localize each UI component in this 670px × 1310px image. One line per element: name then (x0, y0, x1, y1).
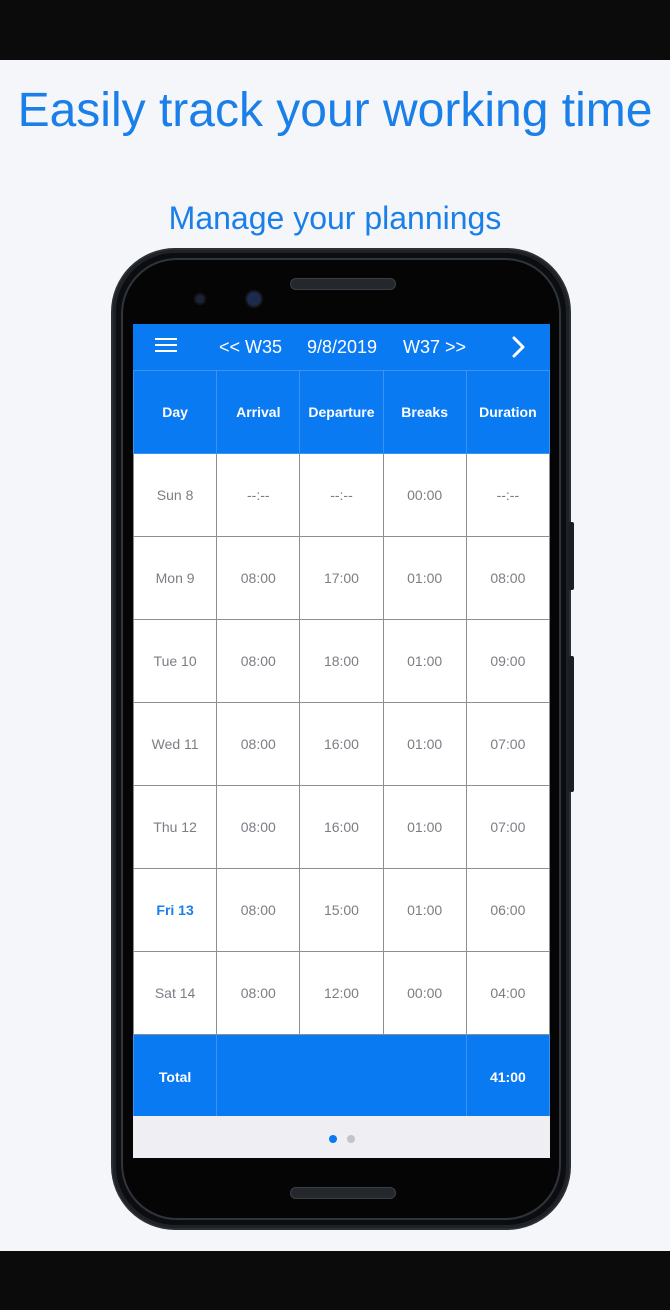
column-header-day: Day (133, 370, 218, 454)
departure-cell[interactable]: 16:00 (299, 785, 384, 869)
front-camera-icon (247, 292, 261, 306)
promo-banner: Easily track your working time Manage yo… (0, 60, 670, 1251)
total-spacer (216, 1034, 467, 1119)
bottom-navigation-strip (0, 1251, 670, 1310)
hamburger-menu-icon[interactable] (155, 338, 179, 356)
table-header-row: Day Arrival Departure Breaks Duration (133, 370, 550, 454)
column-header-breaks: Breaks (382, 370, 467, 454)
departure-cell[interactable]: 12:00 (299, 951, 384, 1035)
table-row[interactable]: Thu 12 08:00 16:00 01:00 07:00 (133, 785, 550, 869)
column-header-arrival: Arrival (216, 370, 301, 454)
day-cell: Thu 12 (133, 785, 218, 869)
earpiece-speaker (290, 278, 396, 290)
day-cell: Sat 14 (133, 951, 218, 1035)
phone-frame: << W35 9/8/2019 W37 >> Day Arrival Depar… (113, 250, 574, 1228)
departure-cell[interactable]: 16:00 (299, 702, 384, 786)
arrival-cell[interactable]: 08:00 (216, 951, 301, 1035)
timesheet-table: Day Arrival Departure Breaks Duration Su… (133, 370, 550, 1119)
page-indicator (133, 1116, 550, 1158)
breaks-cell[interactable]: 01:00 (382, 702, 467, 786)
breaks-cell[interactable]: 00:00 (382, 951, 467, 1035)
duration-cell: 09:00 (465, 619, 550, 703)
day-cell-today: Fri 13 (133, 868, 218, 952)
day-cell: Mon 9 (133, 536, 218, 620)
arrival-cell[interactable]: 08:00 (216, 785, 301, 869)
breaks-cell[interactable]: 01:00 (382, 785, 467, 869)
day-cell: Sun 8 (133, 453, 218, 537)
duration-cell: 07:00 (465, 785, 550, 869)
app-screen: << W35 9/8/2019 W37 >> Day Arrival Depar… (133, 324, 550, 1158)
power-button (568, 656, 574, 792)
duration-cell: --:-- (465, 453, 550, 537)
top-status-strip (0, 0, 670, 60)
departure-cell[interactable]: 15:00 (299, 868, 384, 952)
chevron-right-icon[interactable] (509, 335, 529, 359)
day-cell: Wed 11 (133, 702, 218, 786)
app-toolbar: << W35 9/8/2019 W37 >> (133, 324, 550, 370)
day-cell: Tue 10 (133, 619, 218, 703)
subheadline: Manage your plannings (168, 200, 502, 236)
breaks-cell[interactable]: 00:00 (382, 453, 467, 537)
duration-cell: 07:00 (465, 702, 550, 786)
total-label: Total (133, 1034, 218, 1119)
next-week-button[interactable]: W37 >> (403, 336, 466, 358)
volume-button (568, 522, 574, 590)
bottom-speaker (290, 1187, 396, 1199)
arrival-cell[interactable]: 08:00 (216, 619, 301, 703)
arrival-cell[interactable]: 08:00 (216, 868, 301, 952)
duration-cell: 04:00 (465, 951, 550, 1035)
duration-cell: 08:00 (465, 536, 550, 620)
column-header-departure: Departure (299, 370, 384, 454)
table-row[interactable]: Wed 11 08:00 16:00 01:00 07:00 (133, 702, 550, 786)
headline: Easily track your working time (17, 84, 653, 137)
total-duration: 41:00 (465, 1034, 550, 1119)
table-row[interactable]: Mon 9 08:00 17:00 01:00 08:00 (133, 536, 550, 620)
page-dot[interactable] (347, 1135, 355, 1143)
breaks-cell[interactable]: 01:00 (382, 619, 467, 703)
column-header-duration: Duration (465, 370, 550, 454)
arrival-cell[interactable]: 08:00 (216, 702, 301, 786)
total-row: Total 41:00 (133, 1034, 550, 1119)
table-row[interactable]: Fri 13 08:00 15:00 01:00 06:00 (133, 868, 550, 952)
table-row[interactable]: Sat 14 08:00 12:00 00:00 04:00 (133, 951, 550, 1035)
arrival-cell[interactable]: 08:00 (216, 536, 301, 620)
departure-cell[interactable]: --:-- (299, 453, 384, 537)
page-dot-active[interactable] (329, 1135, 337, 1143)
sensor-icon (196, 295, 204, 303)
breaks-cell[interactable]: 01:00 (382, 536, 467, 620)
duration-cell: 06:00 (465, 868, 550, 952)
departure-cell[interactable]: 17:00 (299, 536, 384, 620)
arrival-cell[interactable]: --:-- (216, 453, 301, 537)
departure-cell[interactable]: 18:00 (299, 619, 384, 703)
current-date: 9/8/2019 (307, 337, 378, 357)
table-row[interactable]: Sun 8 --:-- --:-- 00:00 --:-- (133, 453, 550, 537)
table-row[interactable]: Tue 10 08:00 18:00 01:00 09:00 (133, 619, 550, 703)
breaks-cell[interactable]: 01:00 (382, 868, 467, 952)
previous-week-button[interactable]: << W35 (219, 336, 282, 358)
